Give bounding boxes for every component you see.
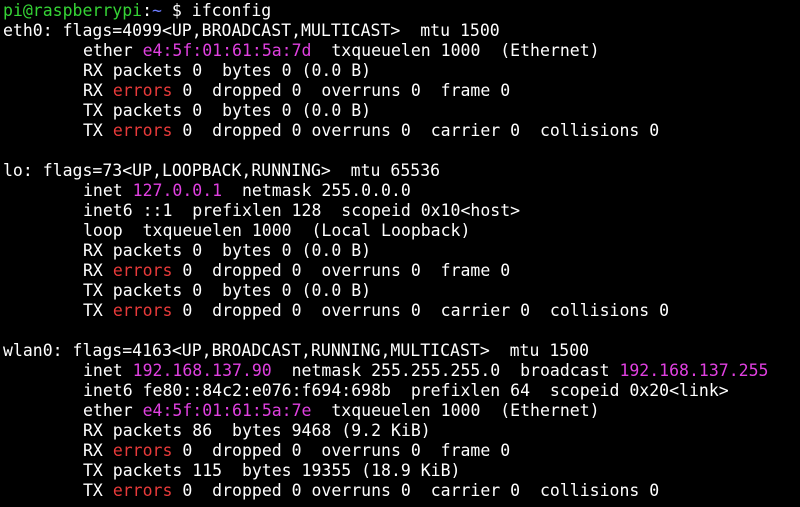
wlan0-rx-errors-word: errors [112, 441, 173, 460]
lo-rx-errors-word: errors [112, 261, 173, 280]
lo-inet-address: 127.0.0.1 [132, 181, 223, 200]
wlan0-inet-address: 192.168.137.90 [132, 361, 272, 380]
eth0-rx-errors-word: errors [112, 81, 173, 100]
wlan0-rx-err-prefix: RX [83, 441, 113, 460]
wlan0-broadcast-address: 192.168.137.255 [619, 361, 769, 380]
wlan0-tx-packets: TX packets 115 bytes 19355 (18.9 KiB) [3, 461, 800, 481]
wlan0-inet6-line: inet6 fe80::84c2:e076:f694:698b prefixle… [3, 381, 800, 401]
wlan0-header: wlan0: flags=4163<UP,BROADCAST,RUNNING,M… [3, 341, 590, 360]
eth0-ether-label: ether [83, 41, 143, 60]
eth0-tx-errors: TX errors 0 dropped 0 overruns 0 carrier… [3, 121, 800, 141]
eth0-rx-errors: RX errors 0 dropped 0 overruns 0 frame 0 [3, 81, 800, 101]
lo-inet-rest: netmask 255.0.0.0 [222, 181, 411, 200]
eth0-mac-address: e4:5f:01:61:5a:7d [142, 41, 312, 60]
eth0-header: eth0: flags=4099<UP,BROADCAST,MULTICAST>… [3, 21, 500, 40]
eth0-tx-err-prefix: TX [83, 121, 113, 140]
wlan0-ether-line: ether e4:5f:01:61:5a:7e txqueuelen 1000 … [3, 401, 800, 421]
prompt-user-host: pi@raspberrypi [3, 1, 143, 20]
prompt-line: pi@raspberrypi:~ $ ifconfig [3, 1, 800, 21]
wlan0-tx-err-prefix: TX [83, 481, 113, 500]
wlan0-inet-label: inet [83, 361, 133, 380]
lo-tx-err-rest: 0 dropped 0 overruns 0 carrier 0 collisi… [172, 301, 670, 320]
lo-inet-label: inet [83, 181, 133, 200]
wlan0-inet-line: inet 192.168.137.90 netmask 255.255.255.… [3, 361, 800, 381]
wlan0-tx-errors: TX errors 0 dropped 0 overruns 0 carrier… [3, 481, 800, 501]
lo-tx-errors: TX errors 0 dropped 0 overruns 0 carrier… [3, 301, 800, 321]
lo-tx-err-prefix: TX [83, 301, 113, 320]
lo-inet6-line: inet6 ::1 prefixlen 128 scopeid 0x10<hos… [3, 201, 800, 221]
lo-tx-packets-text: TX packets 0 bytes 0 (0.0 B) [83, 281, 372, 300]
lo-rx-err-prefix: RX [83, 261, 113, 280]
wlan0-inet-mid: netmask 255.255.255.0 broadcast [271, 361, 620, 380]
lo-loop-text: loop txqueuelen 1000 (Local Loopback) [83, 221, 471, 240]
terminal-window[interactable]: pi@raspberrypi:~ $ ifconfig eth0: flags=… [0, 0, 800, 507]
wlan0-tx-errors-word: errors [112, 481, 173, 500]
eth0-ether-rest: txqueuelen 1000 (Ethernet) [311, 41, 600, 60]
prompt-path: ~ [152, 1, 162, 20]
wlan0-rx-errors: RX errors 0 dropped 0 overruns 0 frame 0 [3, 441, 800, 461]
wlan0-tx-err-rest: 0 dropped 0 overruns 0 carrier 0 collisi… [172, 481, 660, 500]
lo-rx-packets-text: RX packets 0 bytes 0 (0.0 B) [83, 241, 372, 260]
lo-tx-errors-word: errors [112, 301, 173, 320]
prompt-separator: : [142, 1, 153, 20]
lo-header: lo: flags=73<UP,LOOPBACK,RUNNING> mtu 65… [3, 161, 441, 180]
wlan0-tx-packets-text: TX packets 115 bytes 19355 (18.9 KiB) [83, 461, 461, 480]
wlan0-ether-rest: txqueuelen 1000 (Ethernet) [311, 401, 600, 420]
eth0-rx-packets-text: RX packets 0 bytes 0 (0.0 B) [83, 61, 372, 80]
wlan0-rx-packets-text: RX packets 86 bytes 9468 (9.2 KiB) [83, 421, 431, 440]
eth0-tx-errors-word: errors [112, 121, 173, 140]
lo-rx-errors: RX errors 0 dropped 0 overruns 0 frame 0 [3, 261, 800, 281]
eth0-rx-packets: RX packets 0 bytes 0 (0.0 B) [3, 61, 800, 81]
eth0-tx-err-rest: 0 dropped 0 overruns 0 carrier 0 collisi… [172, 121, 660, 140]
eth0-ether-line: ether e4:5f:01:61:5a:7d txqueuelen 1000 … [3, 41, 800, 61]
eth0-tx-packets: TX packets 0 bytes 0 (0.0 B) [3, 101, 800, 121]
wlan0-rx-err-rest: 0 dropped 0 overruns 0 frame 0 [172, 441, 511, 460]
eth0-tx-packets-text: TX packets 0 bytes 0 (0.0 B) [83, 101, 372, 120]
wlan0-ether-label: ether [83, 401, 143, 420]
prompt-symbol: $ [161, 1, 192, 20]
lo-tx-packets: TX packets 0 bytes 0 (0.0 B) [3, 281, 800, 301]
lo-rx-packets: RX packets 0 bytes 0 (0.0 B) [3, 241, 800, 261]
wlan0-mac-address: e4:5f:01:61:5a:7e [142, 401, 312, 420]
wlan0-rx-packets: RX packets 86 bytes 9468 (9.2 KiB) [3, 421, 800, 441]
eth0-rx-err-rest: 0 dropped 0 overruns 0 frame 0 [172, 81, 511, 100]
eth0-rx-err-prefix: RX [83, 81, 113, 100]
lo-inet6-text: inet6 ::1 prefixlen 128 scopeid 0x10<hos… [83, 201, 521, 220]
wlan0-inet6-text: inet6 fe80::84c2:e076:f694:698b prefixle… [83, 381, 729, 400]
lo-rx-err-rest: 0 dropped 0 overruns 0 frame 0 [172, 261, 511, 280]
lo-loop-line: loop txqueuelen 1000 (Local Loopback) [3, 221, 800, 241]
lo-inet-line: inet 127.0.0.1 netmask 255.0.0.0 [3, 181, 800, 201]
prompt-command: ifconfig [191, 1, 272, 20]
